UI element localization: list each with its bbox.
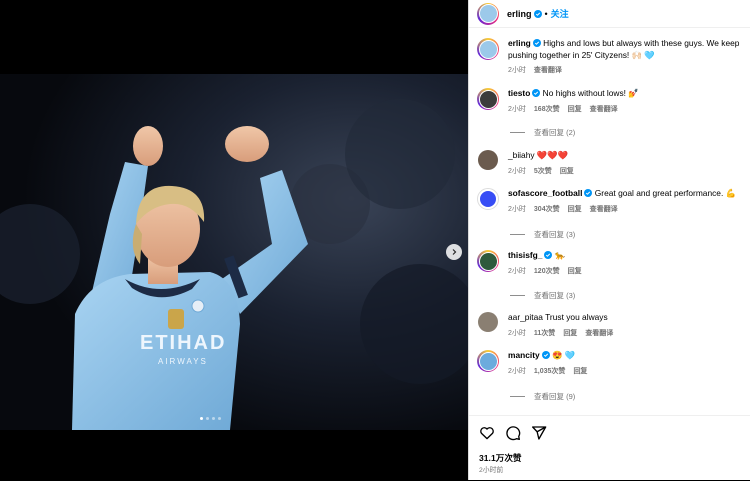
caption-avatar[interactable]: [477, 38, 499, 60]
caption-username[interactable]: erling: [508, 38, 531, 48]
post-actions: 31.1万次赞 2小时前: [469, 415, 750, 481]
comment-likes[interactable]: 5次赞: [534, 166, 552, 176]
post-media-area: ETIHAD AIRWAYS: [0, 0, 468, 480]
instagram-post-modal: ETIHAD AIRWAYS erling • 关注 erling Highs …: [0, 0, 750, 480]
svg-text:AIRWAYS: AIRWAYS: [158, 357, 208, 366]
verified-badge-icon: [532, 39, 541, 47]
comment-time: 2小时: [508, 105, 526, 113]
author-username[interactable]: erling: [507, 9, 532, 19]
reply-button[interactable]: 回复: [568, 104, 582, 114]
post-like-count[interactable]: 31.1万次赞: [479, 452, 522, 464]
reply-button[interactable]: 回复: [568, 204, 582, 214]
view-replies-label: 查看回复 (9): [534, 392, 576, 401]
comment-time: 2小时: [508, 367, 526, 375]
comment-likes[interactable]: 120次赞: [534, 266, 560, 276]
reply-button[interactable]: 回复: [568, 266, 582, 276]
comment-icon[interactable]: [505, 425, 521, 441]
comment-avatar[interactable]: [477, 188, 499, 210]
view-replies-button[interactable]: 查看回复 (3): [510, 290, 575, 301]
comment-avatar[interactable]: [477, 250, 499, 272]
comment-text: Great goal and great performance. 💪: [594, 188, 737, 198]
verified-badge-icon: [532, 89, 541, 97]
next-media-button[interactable]: [446, 244, 462, 260]
comment-time: 2小时: [508, 329, 526, 337]
comment-username[interactable]: sofascore_football: [508, 188, 582, 198]
media-dot: [218, 417, 221, 420]
post-header: erling • 关注: [469, 0, 750, 28]
view-replies-label: 查看回复 (2): [534, 128, 576, 137]
caption-time: 2小时: [508, 67, 526, 74]
comment-text: 🐆: [554, 250, 566, 260]
comment-item: tiesto No highs without lows! 💅 2小时 168次…: [477, 88, 744, 114]
post-side-panel: erling • 关注 erling Highs and lows but al…: [468, 0, 750, 480]
comment-time: 2小时: [508, 205, 526, 213]
post-photo[interactable]: ETIHAD AIRWAYS: [0, 74, 468, 430]
view-replies-button[interactable]: 查看回复 (9): [510, 391, 575, 402]
view-replies-button[interactable]: 查看回复 (2): [510, 127, 575, 138]
comment-text: 😍 🩵: [551, 350, 576, 360]
media-dot: [200, 417, 203, 420]
translate-button[interactable]: 查看翻译: [585, 328, 613, 338]
follow-button[interactable]: 关注: [551, 7, 569, 20]
reply-button[interactable]: 回复: [573, 366, 587, 376]
chevron-right-icon: [452, 249, 457, 255]
comment-likes[interactable]: 168次赞: [534, 104, 560, 114]
caption-body: Highs and lows but always with these guy…: [508, 38, 740, 60]
caption-row: erling Highs and lows but always with th…: [477, 38, 744, 75]
header-separator: •: [544, 8, 548, 19]
view-replies-button[interactable]: 查看回复 (3): [510, 229, 575, 240]
comment-text: ❤️❤️❤️: [536, 150, 569, 160]
translate-button[interactable]: 查看翻译: [590, 104, 618, 114]
comment-username[interactable]: thisisfg_: [508, 250, 542, 260]
comment-username[interactable]: aar_pitaa: [508, 312, 543, 322]
comment-item: mancity 😍 🩵 2小时 1,035次赞 回复: [477, 350, 744, 376]
translate-button[interactable]: 查看翻译: [590, 204, 618, 214]
comment-username[interactable]: mancity: [508, 350, 540, 360]
comment-avatar[interactable]: [477, 350, 499, 372]
verified-badge-icon: [533, 9, 542, 18]
verified-badge-icon: [544, 251, 553, 259]
media-pagination-dots: [200, 417, 221, 420]
comment-time: 2小时: [508, 267, 526, 275]
media-dot: [212, 417, 215, 420]
comment-item: thisisfg_ 🐆 2小时 120次赞 回复: [477, 250, 744, 276]
comment-avatar[interactable]: [478, 150, 498, 170]
post-timestamp: 2小时前: [479, 467, 504, 474]
comments-list: erling Highs and lows but always with th…: [469, 28, 750, 414]
verified-badge-icon: [584, 189, 593, 197]
comment-text: No highs without lows! 💅: [542, 88, 639, 98]
verified-badge-icon: [541, 351, 550, 359]
comment-username[interactable]: tiesto: [508, 88, 530, 98]
comment-likes[interactable]: 304次赞: [534, 204, 560, 214]
view-replies-label: 查看回复 (3): [534, 230, 576, 239]
reply-button[interactable]: 回复: [563, 328, 577, 338]
comment-text: Trust you always: [545, 312, 608, 322]
comment-item: aar_pitaa Trust you always 2小时 11次赞 回复 查…: [477, 312, 744, 338]
comment-avatar[interactable]: [478, 312, 498, 332]
caption-text: erling Highs and lows but always with th…: [508, 38, 744, 61]
heart-icon[interactable]: [479, 425, 495, 441]
svg-text:ETIHAD: ETIHAD: [140, 332, 226, 354]
comment-item: _biiahy ❤️❤️❤️ 2小时 5次赞 回复: [477, 150, 744, 176]
media-dot: [206, 417, 209, 420]
comment-likes[interactable]: 1,035次赞: [534, 366, 566, 376]
comment-username[interactable]: _biiahy: [508, 150, 535, 160]
view-replies-label: 查看回复 (3): [534, 291, 576, 300]
comment-time: 2小时: [508, 167, 526, 175]
comment-avatar[interactable]: [477, 88, 499, 110]
reply-button[interactable]: 回复: [560, 166, 574, 176]
comment-likes[interactable]: 11次赞: [534, 328, 555, 338]
share-icon[interactable]: [531, 425, 547, 441]
caption-translate-button[interactable]: 查看翻译: [534, 65, 562, 75]
player-photo-illustration: ETIHAD AIRWAYS: [0, 74, 468, 430]
author-avatar[interactable]: [477, 2, 499, 25]
comment-item: sofascore_football Great goal and great …: [477, 188, 744, 214]
